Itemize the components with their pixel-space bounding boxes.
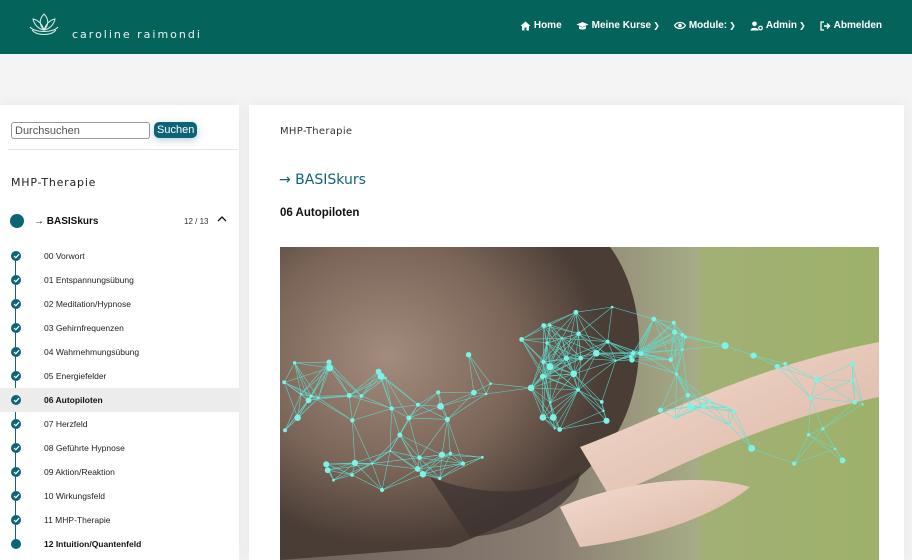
course-progress-dot [10, 214, 24, 228]
check-circle-icon [11, 347, 21, 357]
chevron-down-icon: ❯ [653, 21, 660, 30]
lesson-label: 02 Meditation/Hypnose [44, 299, 131, 309]
chevron-down-icon: ❯ [798, 21, 806, 30]
lesson-label: 01 Entspannungsübung [44, 275, 134, 285]
graduation-cap-icon [576, 21, 589, 30]
chevron-up-icon [217, 216, 227, 222]
lesson-label: 09 Aktion/Reaktion [44, 467, 115, 477]
lesson-label: 03 Gehirnfrequenzen [44, 323, 124, 333]
circle-icon [11, 539, 21, 549]
check-circle-icon [11, 251, 21, 261]
lesson-content: MHP-Therapie → BASISkurs 06 Autopiloten [249, 105, 904, 560]
lesson-hero-image [280, 247, 879, 560]
lesson-label: 07 Herzfeld [44, 419, 88, 429]
divider [8, 149, 238, 150]
check-circle-icon [11, 371, 21, 381]
search-form: Suchen [11, 122, 198, 139]
sidebar-title: MHP-Therapie [11, 176, 97, 189]
course-progress-count: 12 / 13 [184, 217, 209, 226]
sign-out-icon [820, 20, 831, 31]
main-nav: Home Meine Kurse ❯ Module: ❯ Admin ❯ Abm… [520, 20, 882, 31]
lesson-title: 06 Autopiloten [280, 207, 360, 219]
users-cog-icon [750, 21, 763, 30]
brand-name: caroline raimondi [72, 28, 202, 41]
lesson-item[interactable]: 01 Entspannungsübung [0, 268, 239, 292]
lesson-label: 04 Wahrnehmungsübung [44, 347, 140, 357]
lesson-item[interactable]: 11 MHP-Therapie [0, 508, 239, 532]
lesson-label: 06 Autopiloten [44, 395, 103, 405]
lesson-item[interactable]: 07 Herzfeld [0, 412, 239, 436]
search-button[interactable]: Suchen [154, 122, 198, 138]
lesson-item[interactable]: 08 Geführte Hypnose [0, 436, 239, 460]
check-circle-icon [11, 299, 21, 309]
lesson-item[interactable]: 03 Gehirnfrequenzen [0, 316, 239, 340]
check-circle-icon [11, 491, 21, 501]
nav-module[interactable]: Module: ❯ [673, 20, 736, 31]
check-circle-icon [11, 323, 21, 333]
breadcrumb: MHP-Therapie [280, 126, 353, 137]
check-circle-icon [11, 443, 21, 453]
lesson-item[interactable]: 06 Autopiloten [0, 388, 239, 412]
eye-icon [673, 21, 686, 30]
lesson-label: 00 Vorwort [44, 251, 85, 261]
lesson-item[interactable]: 04 Wahrnehmungsübung [0, 340, 239, 364]
nav-home[interactable]: Home [520, 20, 562, 31]
nav-abmelden[interactable]: Abmelden [820, 20, 882, 31]
lesson-item[interactable]: 10 Wirkungsfeld [0, 484, 239, 508]
lesson-item[interactable]: 12 Intuition/Quantenfeld [0, 532, 239, 556]
check-circle-icon [11, 467, 21, 477]
lesson-label: 08 Geführte Hypnose [44, 443, 125, 453]
course-toggle[interactable]: → BASISkurs 12 / 13 [10, 213, 230, 231]
nav-meine-kurse[interactable]: Meine Kurse ❯ [576, 20, 660, 31]
lesson-label: 11 MHP-Therapie [44, 515, 111, 525]
brand-logo[interactable]: caroline raimondi [26, 10, 200, 44]
chevron-down-icon: ❯ [729, 21, 736, 30]
search-input[interactable] [11, 122, 150, 139]
nav-admin[interactable]: Admin ❯ [750, 20, 806, 31]
home-icon [520, 21, 531, 30]
lesson-label: 12 Intuition/Quantenfeld [44, 539, 142, 549]
horse-hand-network-illustration [280, 247, 879, 560]
course-heading: → BASISkurs [279, 172, 366, 188]
check-circle-icon [11, 395, 21, 405]
lesson-item[interactable]: 09 Aktion/Reaktion [0, 460, 239, 484]
lesson-item[interactable]: 00 Vorwort [0, 244, 239, 268]
check-circle-icon [11, 419, 21, 429]
lotus-logo-icon [29, 13, 59, 35]
lesson-label: 10 Wirkungsfeld [44, 491, 105, 501]
check-circle-icon [11, 515, 21, 525]
top-navbar: caroline raimondi Home Meine Kurse ❯ Mod… [0, 0, 912, 54]
lesson-item[interactable]: 02 Meditation/Hypnose [0, 292, 239, 316]
lesson-label: 05 Energiefelder [44, 371, 107, 381]
lesson-item[interactable]: 05 Energiefelder [0, 364, 239, 388]
course-name: → BASISkurs [34, 216, 99, 227]
check-circle-icon [11, 275, 21, 285]
course-sidebar: Suchen MHP-Therapie → BASISkurs 12 / 13 … [0, 105, 239, 560]
